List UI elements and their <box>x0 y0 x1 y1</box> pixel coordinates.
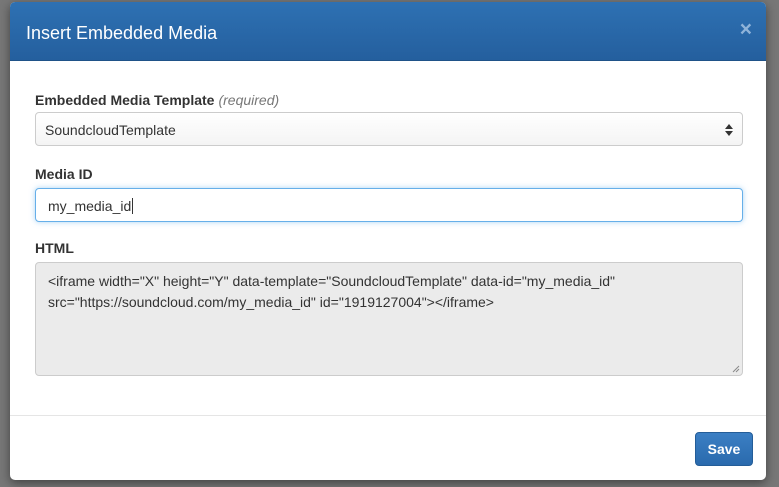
save-button[interactable]: Save <box>695 432 753 466</box>
html-textarea[interactable]: <iframe width="X" height="Y" data-templa… <box>35 262 743 376</box>
required-note: (required) <box>218 92 280 108</box>
text-caret <box>132 198 134 214</box>
media-id-input[interactable]: my_media_id <box>35 188 743 222</box>
dialog-footer: Save <box>10 415 766 480</box>
dialog-header: Insert Embedded Media × <box>10 2 766 61</box>
html-label: HTML <box>35 240 74 256</box>
media-id-value-text: my_media_id <box>48 198 132 214</box>
media-id-input-value: my_media_id <box>48 197 134 215</box>
template-label-text: Embedded Media Template <box>35 92 215 108</box>
template-select[interactable]: SoundcloudTemplate <box>35 112 743 146</box>
template-select-value: SoundcloudTemplate <box>45 122 176 138</box>
template-label: Embedded Media Template (required) <box>35 91 279 109</box>
select-arrows-icon <box>725 124 733 136</box>
resize-handle-icon[interactable] <box>732 365 740 373</box>
dialog-body: Embedded Media Template (required) Soundc… <box>10 61 766 415</box>
close-icon[interactable]: × <box>740 19 752 41</box>
dialog-title: Insert Embedded Media <box>26 23 218 43</box>
html-textarea-value: <iframe width="X" height="Y" data-templa… <box>48 273 616 310</box>
media-id-label: Media ID <box>35 166 93 182</box>
insert-embedded-media-dialog: Insert Embedded Media × Embedded Media T… <box>10 2 766 480</box>
